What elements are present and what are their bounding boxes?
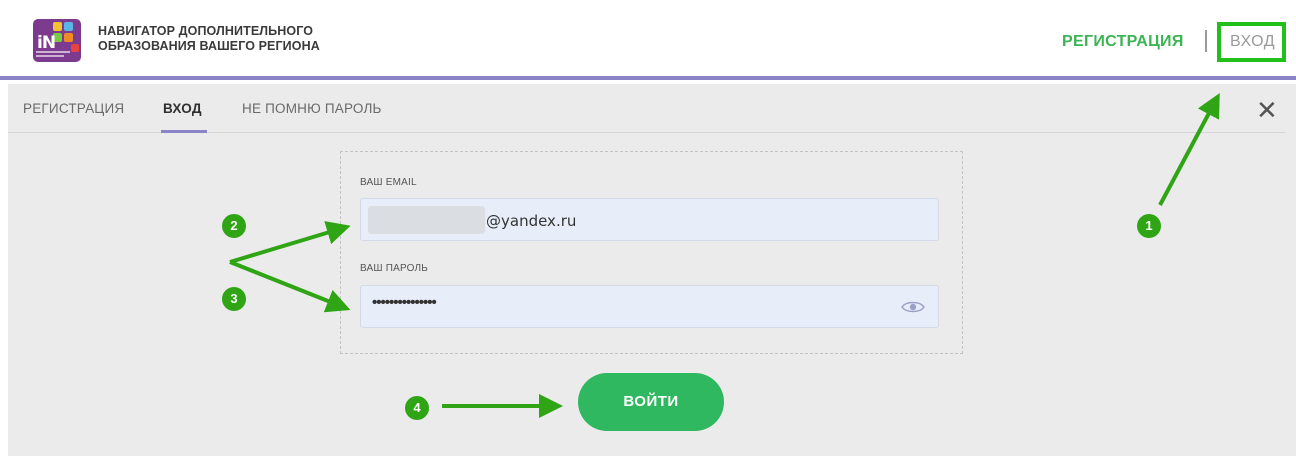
password-field[interactable] xyxy=(360,285,939,328)
email-label: ВАШ EMAIL xyxy=(360,177,417,188)
logo-square-orange xyxy=(64,33,73,42)
logo-text: iN xyxy=(37,33,56,53)
eye-icon[interactable] xyxy=(901,300,925,314)
top-header: iN НАВИГАТОР ДОПОЛНИТЕЛЬНОГО ОБРАЗОВАНИЯ… xyxy=(0,0,1296,80)
active-tab-indicator xyxy=(161,130,207,133)
header-register-link[interactable]: РЕГИСТРАЦИЯ xyxy=(1062,33,1184,51)
logo-square-red xyxy=(71,44,79,52)
logo-square-yellow xyxy=(53,22,62,31)
password-label: ВАШ ПАРОЛЬ xyxy=(360,263,429,274)
step-badge-3: 3 xyxy=(222,287,246,311)
header-divider xyxy=(1205,30,1207,52)
brand-title-line1: НАВИГАТОР ДОПОЛНИТЕЛЬНОГО xyxy=(98,24,314,38)
brand-title-line2: ОБРАЗОВАНИЯ ВАШЕГО РЕГИОНА xyxy=(98,39,320,53)
password-value: ••••••••••••••• xyxy=(372,294,437,311)
step-badge-2: 2 xyxy=(222,214,246,238)
brand-title[interactable]: НАВИГАТОР ДОПОЛНИТЕЛЬНОГО ОБРАЗОВАНИЯ ВА… xyxy=(98,24,358,54)
tab-login[interactable]: ВХОД xyxy=(163,101,202,116)
email-redacted-part xyxy=(368,206,485,234)
tab-forgot-password[interactable]: НЕ ПОМНЮ ПАРОЛЬ xyxy=(242,101,382,116)
tab-registration[interactable]: РЕГИСТРАЦИЯ xyxy=(23,101,124,116)
header-login-link[interactable]: ВХОД xyxy=(1230,33,1275,51)
close-icon[interactable]: ✕ xyxy=(1256,97,1278,123)
step-badge-1: 1 xyxy=(1137,214,1161,238)
step-badge-4: 4 xyxy=(405,396,429,420)
logo-caption-line xyxy=(36,51,70,53)
logo-square-blue xyxy=(64,22,73,31)
navigator-logo[interactable]: iN xyxy=(33,19,81,62)
logo-caption-line xyxy=(36,55,64,57)
login-submit-button[interactable]: ВОЙТИ xyxy=(578,373,724,431)
email-value: @yandex.ru xyxy=(486,212,577,230)
